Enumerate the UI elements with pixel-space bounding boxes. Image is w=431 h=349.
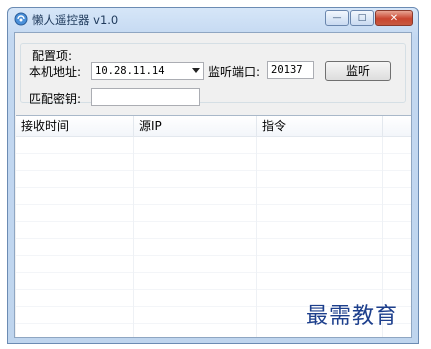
port-value: 20137: [271, 64, 303, 76]
column-header-filler: [383, 116, 411, 136]
close-icon: ✕: [389, 12, 399, 24]
table-header: 接收时间 源IP 指令: [16, 116, 411, 137]
key-input[interactable]: [91, 88, 200, 106]
listen-button[interactable]: 监听: [325, 61, 391, 81]
close-button[interactable]: ✕: [375, 10, 413, 26]
local-address-value: 10.28.11.14: [95, 65, 165, 77]
app-window: 懒人遥控器 v1.0 — □ ✕ 配置项: 本机地址: 10.28.11.14 …: [7, 7, 419, 344]
maximize-icon: □: [357, 13, 367, 23]
minimize-icon: —: [332, 13, 342, 23]
minimize-button[interactable]: —: [325, 10, 349, 26]
port-label: 监听端口:: [208, 65, 261, 79]
app-icon: [14, 12, 28, 26]
watermark-text: 最需教育: [306, 304, 399, 329]
maximize-button[interactable]: □: [350, 10, 374, 26]
config-group-label: 配置项:: [30, 47, 75, 64]
client-area: 配置项: 本机地址: 10.28.11.14 监听端口: 20137 监听 匹配…: [14, 32, 412, 338]
chevron-down-icon[interactable]: [192, 68, 200, 73]
column-header-source-ip[interactable]: 源IP: [134, 116, 257, 136]
column-header-command[interactable]: 指令: [257, 116, 383, 136]
local-address-combo[interactable]: 10.28.11.14: [91, 62, 204, 80]
window-title: 懒人遥控器 v1.0: [32, 13, 119, 27]
column-header-receive-time[interactable]: 接收时间: [16, 116, 134, 136]
port-input[interactable]: 20137: [267, 61, 314, 79]
local-address-label: 本机地址:: [29, 65, 82, 79]
title-bar[interactable]: 懒人遥控器 v1.0 — □ ✕: [8, 8, 418, 30]
key-label: 匹配密钥:: [29, 92, 82, 106]
